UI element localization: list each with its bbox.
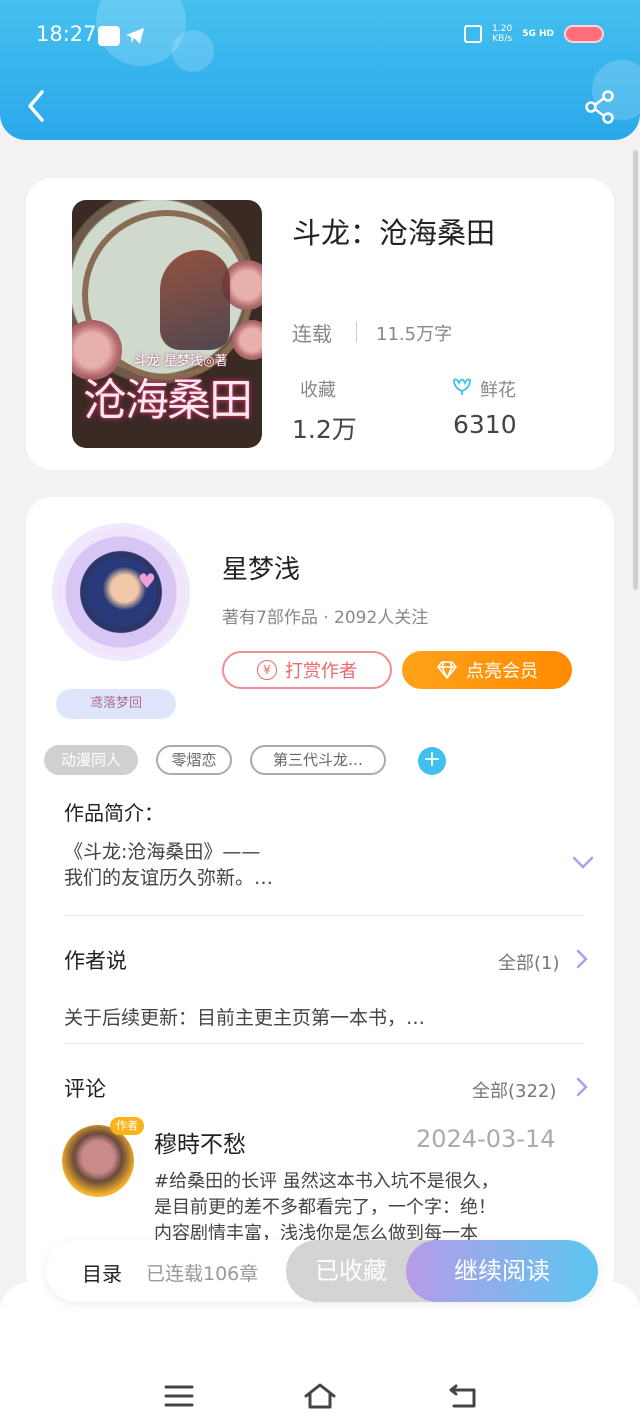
intro-line: 《斗龙:沧海桑田》—— — [64, 841, 261, 863]
book-info-card: 斗龙 星梦浅◎著 沧海桑田 斗龙：沧海桑田 连载 11.5万字 收藏 1.2万 … — [26, 178, 614, 470]
chapter-count: 已连载106章 — [146, 1263, 259, 1285]
detail-card: ♥ 鸢落梦回 星梦浅 著有7部作品 · 2092人关注 ¥ 打赏作者 点亮会员 … — [26, 497, 614, 1297]
add-tag-button[interactable]: + — [418, 747, 446, 775]
intro-text[interactable]: 《斗龙:沧海桑田》—— 我们的友谊历久弥新。… — [64, 839, 484, 891]
signal-label: 5G HD — [522, 29, 554, 39]
flower-icon — [451, 374, 473, 396]
expand-chevron-icon[interactable] — [572, 855, 594, 871]
battery-icon — [564, 25, 604, 43]
commenter-name[interactable]: 穆時不愁 — [154, 1125, 246, 1159]
tag-item[interactable]: 零熠恋 — [156, 745, 232, 775]
back-nav-icon[interactable] — [448, 1382, 478, 1410]
comment-line: 是目前更的差不多都看完了，一个字：绝！ — [154, 1197, 496, 1218]
author-say-more[interactable]: 全部(1) — [498, 949, 560, 975]
top-header: 18:27 1.20 KB/s 5G HD — [0, 0, 640, 140]
word-count: 11.5万字 — [376, 324, 453, 345]
comment-text[interactable]: #给桑田的长评 虽然这本书入坑不是很久， 是目前更的差不多都看完了，一个字：绝！… — [154, 1169, 574, 1247]
author-meta: 著有7部作品 · 2092人关注 — [222, 608, 429, 628]
diamond-icon — [437, 661, 457, 679]
comment-line: #给桑田的长评 虽然这本书入坑不是很久， — [154, 1171, 499, 1192]
heart-icon: ♥ — [138, 569, 156, 593]
cover-rose — [232, 320, 262, 360]
book-title: 斗龙：沧海桑田 — [292, 216, 496, 250]
author-name[interactable]: 星梦浅 — [222, 549, 300, 586]
home-icon[interactable] — [303, 1382, 337, 1410]
vip-label: 点亮会员 — [466, 661, 538, 682]
menu-icon[interactable] — [164, 1382, 194, 1410]
bottom-action-bar: 目录 已连载106章 已收藏 继续阅读 — [46, 1240, 598, 1302]
reward-label: 打赏作者 — [285, 661, 357, 682]
telegram-icon — [124, 26, 146, 46]
yen-icon: ¥ — [257, 660, 277, 680]
reward-author-button[interactable]: ¥ 打赏作者 — [222, 651, 392, 689]
vip-button[interactable]: 点亮会员 — [402, 651, 572, 689]
net-speed: 1.20 KB/s — [492, 24, 512, 44]
baidu-icon — [98, 26, 120, 46]
continue-reading-button[interactable]: 继续阅读 — [406, 1240, 598, 1302]
author-badge: 作者 — [110, 1117, 144, 1135]
collect-label: 收藏 — [300, 380, 336, 401]
book-cover[interactable]: 斗龙 星梦浅◎著 沧海桑田 — [72, 200, 262, 448]
avatar-badge: 鸢落梦回 — [56, 689, 176, 719]
chevron-right-icon[interactable] — [576, 1077, 588, 1097]
author-say-title: 作者说 — [64, 949, 127, 973]
divider — [64, 915, 584, 916]
status-time: 18:27 — [36, 22, 97, 46]
tag-item[interactable]: 动漫同人 — [44, 745, 138, 775]
cover-title: 沧海桑田 — [83, 375, 253, 426]
divider — [64, 1043, 584, 1044]
flower-value: 6310 — [453, 410, 517, 439]
comments-title: 评论 — [64, 1077, 106, 1101]
decor-bubble — [172, 30, 214, 72]
tag-item[interactable]: 第三代斗龙… — [250, 745, 386, 775]
flower-label: 鲜花 — [480, 380, 516, 401]
intro-line: 我们的友谊历久弥新。… — [64, 867, 274, 889]
vibrate-icon — [464, 25, 483, 43]
back-button[interactable] — [18, 86, 54, 126]
author-say-text[interactable]: 关于后续更新：目前主更主页第一本书，… — [64, 1003, 425, 1030]
toc-button[interactable]: 目录 — [82, 1258, 122, 1287]
author-avatar[interactable]: ♥ — [56, 527, 186, 657]
comment-date: 2024-03-14 — [416, 1125, 556, 1153]
chevron-right-icon[interactable] — [576, 949, 588, 969]
commenter-avatar[interactable] — [62, 1125, 134, 1197]
book-status: 连载 — [292, 322, 332, 346]
intro-title: 作品简介： — [64, 801, 164, 825]
divider — [356, 322, 357, 342]
net-speed-value: 1.20 — [492, 24, 513, 34]
status-right: 1.20 KB/s 5G HD — [464, 24, 604, 44]
share-icon — [585, 90, 614, 124]
share-button[interactable] — [584, 90, 616, 124]
collect-value: 1.2万 — [292, 415, 357, 444]
system-nav-bar — [0, 1282, 640, 1422]
back-arrow-icon — [28, 90, 44, 122]
cover-figure — [160, 250, 230, 350]
net-speed-unit: KB/s — [492, 34, 513, 44]
comments-more[interactable]: 全部(322) — [472, 1077, 556, 1103]
scrollbar[interactable] — [633, 150, 638, 590]
